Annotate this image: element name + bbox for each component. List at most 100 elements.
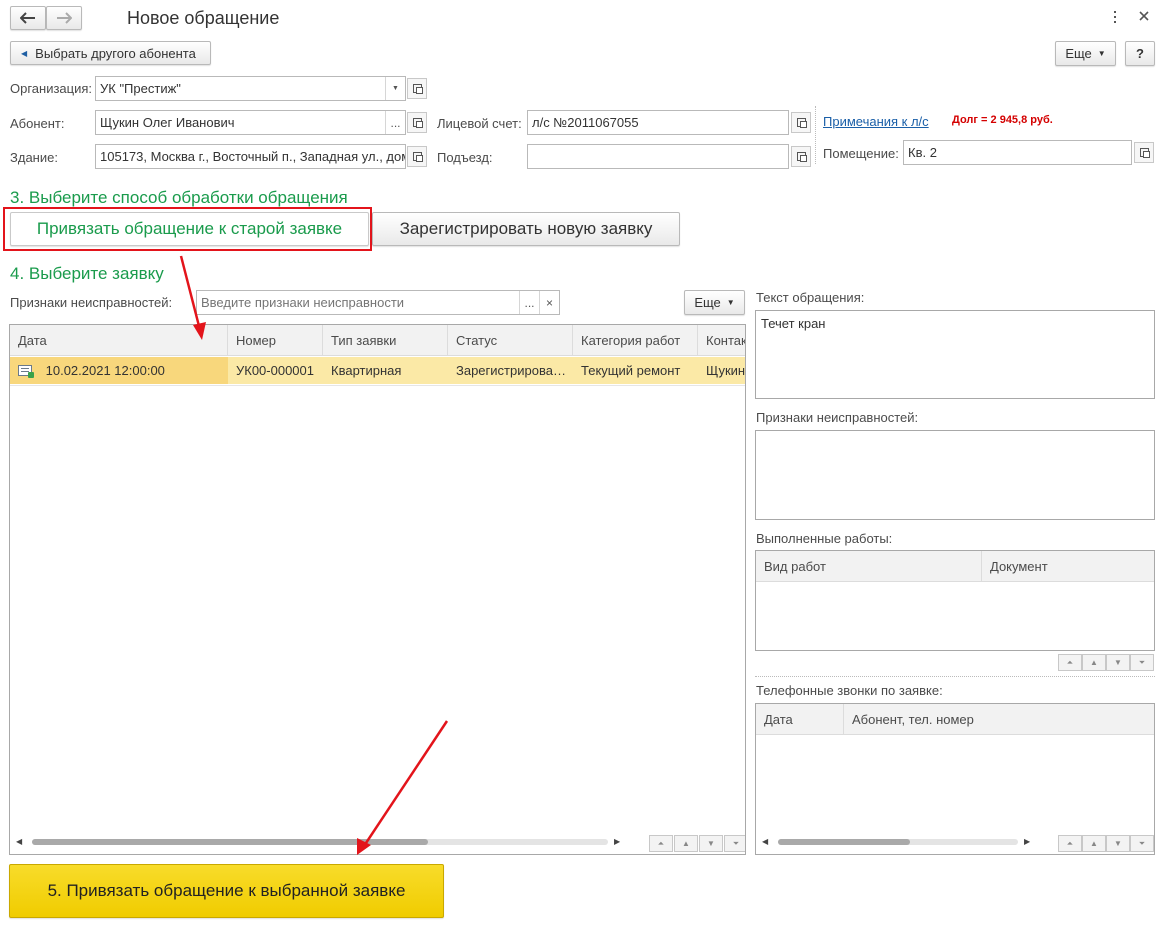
calls-scroll-left-icon[interactable]: ◀ <box>762 837 768 846</box>
calls-table-header: Дата Абонент, тел. номер <box>756 704 1154 735</box>
column-header-category[interactable]: Категория работ <box>573 325 698 356</box>
open-account-icon[interactable] <box>791 112 811 133</box>
chevron-down-icon: ▼ <box>1097 49 1106 58</box>
works-table-header: Вид работ Документ <box>756 551 1154 582</box>
calls-move-first-icon[interactable]: ⏶ <box>1058 835 1082 852</box>
more-button[interactable]: Еще ▼ <box>1055 41 1116 66</box>
close-icon[interactable] <box>1136 8 1152 24</box>
help-button[interactable]: ? <box>1125 41 1155 66</box>
more-label: Еще <box>1065 46 1092 61</box>
works-label: Выполненные работы: <box>756 531 893 546</box>
request-text-value: Течет кран <box>761 316 826 331</box>
calls-move-down-icon[interactable]: ▼ <box>1106 835 1130 852</box>
calls-table[interactable]: Дата Абонент, тел. номер ◀ ▶ ⏶ ▲ ▼ ⏷ <box>755 703 1155 855</box>
move-up-icon[interactable]: ▲ <box>674 835 698 852</box>
requests-table[interactable]: Дата Номер Тип заявки Статус Категория р… <box>9 324 746 855</box>
open-organization-icon[interactable] <box>407 78 427 99</box>
move-last-icon[interactable]: ⏷ <box>724 835 745 852</box>
document-icon <box>18 365 34 378</box>
works-table[interactable]: Вид работ Документ <box>755 550 1155 651</box>
column-header-call-subscriber[interactable]: Абонент, тел. номер <box>844 704 1154 735</box>
request-text-box[interactable]: Течет кран <box>755 310 1155 399</box>
horizontal-scrollbar[interactable] <box>32 839 608 845</box>
scroll-left-icon[interactable]: ◀ <box>16 837 22 846</box>
works-move-up-icon[interactable]: ▲ <box>1082 654 1106 671</box>
scroll-right-icon[interactable]: ▶ <box>614 837 620 846</box>
symptoms-filter-field[interactable]: ... × <box>196 290 560 315</box>
open-room-icon[interactable] <box>1134 142 1154 163</box>
vertical-dots-icon[interactable] <box>1112 8 1118 26</box>
building-value: 105173, Москва г., Восточный п., Западна… <box>100 149 405 164</box>
entrance-label: Подъезд: <box>437 150 493 165</box>
calls-move-last-icon[interactable]: ⏷ <box>1130 835 1154 852</box>
notes-separator <box>815 106 816 164</box>
cell-date-text: 10.02.2021 12:00:00 <box>45 363 165 378</box>
choose-other-subscriber-button[interactable]: ◀ Выбрать другого абонента <box>10 41 211 65</box>
subscriber-label: Абонент: <box>10 116 65 131</box>
account-notes-link[interactable]: Примечания к л/с <box>823 114 929 129</box>
forward-button[interactable] <box>46 6 82 30</box>
attach-to-selected-request-button[interactable]: 5. Привязать обращение к выбранной заявк… <box>9 864 444 918</box>
cell-contact: Щукин <box>706 363 746 378</box>
open-building-icon[interactable] <box>407 146 427 167</box>
column-header-date[interactable]: Дата <box>10 325 228 356</box>
table-row-divider <box>10 385 745 386</box>
calls-scrollbar-thumb[interactable] <box>778 839 910 845</box>
room-value: Кв. 2 <box>908 145 937 160</box>
table-more-button[interactable]: Еще ▼ <box>684 290 745 315</box>
organization-field[interactable]: УК "Престиж" ▼ <box>95 76 406 101</box>
column-header-status[interactable]: Статус <box>448 325 573 356</box>
column-header-document[interactable]: Документ <box>982 551 1154 582</box>
symptoms-filter-label: Признаки неисправностей: <box>10 295 173 310</box>
column-header-work-type[interactable]: Вид работ <box>756 551 982 582</box>
clear-icon[interactable]: × <box>539 291 559 314</box>
calls-horizontal-scrollbar[interactable] <box>778 839 1018 845</box>
subscriber-field[interactable]: Щукин Олег Иванович ... <box>95 110 406 135</box>
building-field[interactable]: 105173, Москва г., Восточный п., Западна… <box>95 144 406 169</box>
dropdown-arrow-icon[interactable]: ▼ <box>385 77 405 100</box>
table-row[interactable]: 10.02.2021 12:00:00 УК00-000001 Квартирн… <box>10 357 746 384</box>
cell-status: Зарегистрирована <box>456 363 566 378</box>
attach-old-request-button[interactable]: Привязать обращение к старой заявке <box>10 212 369 246</box>
organization-label: Организация: <box>10 81 93 96</box>
triangle-left-icon: ◀ <box>21 48 28 58</box>
subscriber-value: Щукин Олег Иванович <box>100 115 235 130</box>
entrance-field[interactable] <box>527 144 789 169</box>
works-move-first-icon[interactable]: ⏶ <box>1058 654 1082 671</box>
chevron-down-icon: ▼ <box>726 298 735 307</box>
back-button[interactable] <box>10 6 46 30</box>
calls-move-up-icon[interactable]: ▲ <box>1082 835 1106 852</box>
column-header-call-date[interactable]: Дата <box>756 704 844 735</box>
requests-table-header: Дата Номер Тип заявки Статус Категория р… <box>10 325 745 356</box>
calls-separator <box>755 676 1155 677</box>
column-header-number[interactable]: Номер <box>228 325 323 356</box>
right-symptoms-box[interactable] <box>755 430 1155 520</box>
room-field[interactable]: Кв. 2 <box>903 140 1132 165</box>
open-entrance-icon[interactable] <box>791 146 811 167</box>
open-subscriber-icon[interactable] <box>407 112 427 133</box>
table-more-label: Еще <box>694 295 721 310</box>
scrollbar-thumb[interactable] <box>32 839 428 845</box>
works-move-last-icon[interactable]: ⏷ <box>1130 654 1154 671</box>
cell-category: Текущий ремонт <box>581 363 681 378</box>
step4-heading: 4. Выберите заявку <box>10 264 164 283</box>
window-title: Новое обращение <box>127 8 280 28</box>
move-first-icon[interactable]: ⏶ <box>649 835 673 852</box>
calls-scroll-right-icon[interactable]: ▶ <box>1024 837 1030 846</box>
account-field[interactable]: л/с №2011067055 <box>527 110 789 135</box>
ellipsis-icon[interactable]: ... <box>519 291 539 314</box>
attach-to-selected-request-label: 5. Привязать обращение к выбранной заявк… <box>47 881 406 900</box>
organization-value: УК "Престиж" <box>100 81 181 96</box>
move-down-icon[interactable]: ▼ <box>699 835 723 852</box>
ellipsis-icon[interactable]: ... <box>385 111 405 134</box>
column-header-contact[interactable]: Контакт <box>698 325 745 356</box>
choose-other-subscriber-label: Выбрать другого абонента <box>35 45 196 61</box>
help-label: ? <box>1136 46 1144 61</box>
register-new-request-button[interactable]: Зарегистрировать новую заявку <box>372 212 680 246</box>
arrow-right-icon <box>57 12 72 24</box>
cell-type: Квартирная <box>331 363 402 378</box>
works-move-down-icon[interactable]: ▼ <box>1106 654 1130 671</box>
column-header-type[interactable]: Тип заявки <box>323 325 448 356</box>
cell-date: 10.02.2021 12:00:00 <box>10 357 228 384</box>
symptoms-filter-input[interactable] <box>197 291 519 314</box>
